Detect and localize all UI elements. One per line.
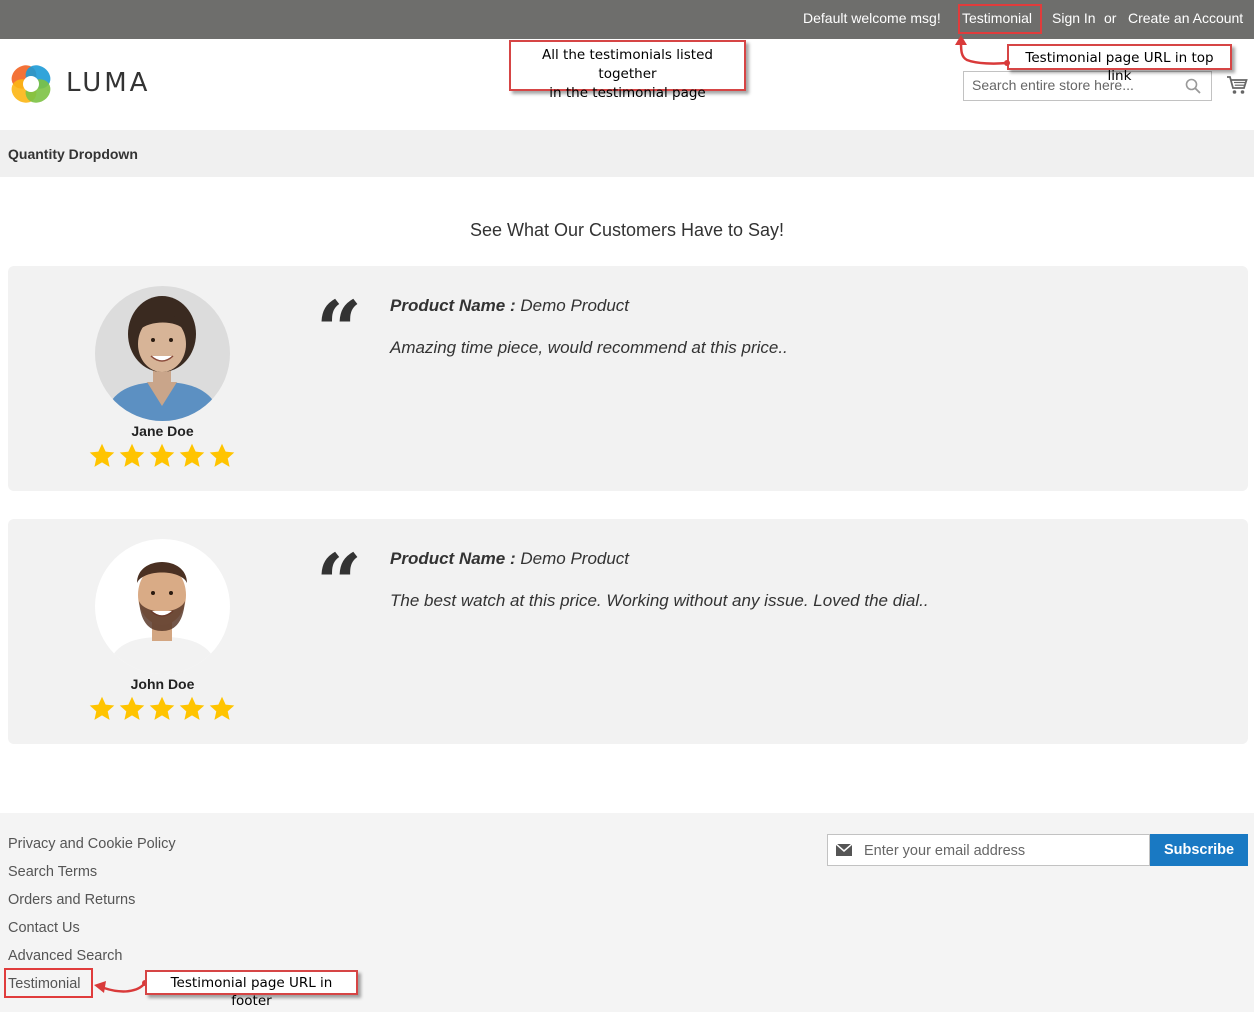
top-link-callout: Testimonial page URL in top link bbox=[1007, 44, 1232, 84]
star-icon bbox=[179, 443, 205, 467]
quote-icon: “ bbox=[316, 290, 363, 350]
product-name-label: Product Name : bbox=[390, 296, 516, 315]
star-icon bbox=[149, 696, 175, 720]
callout-line-2: in the testimonial page bbox=[549, 85, 706, 101]
product-name: Demo Product bbox=[520, 296, 630, 315]
customer-name: John Doe bbox=[130, 676, 195, 692]
footer-link-contact[interactable]: Contact Us bbox=[8, 920, 80, 936]
product-name-line: Product Name : Demo Product bbox=[390, 549, 629, 569]
newsletter-box[interactable] bbox=[827, 834, 1150, 866]
rating-stars bbox=[88, 442, 238, 470]
product-name-label: Product Name : bbox=[390, 549, 516, 568]
welcome-message: Default welcome msg! bbox=[803, 10, 941, 26]
newsletter-email-input[interactable] bbox=[862, 837, 1146, 865]
callout-line-1: All the testimonials listed together bbox=[542, 47, 713, 82]
footer-callout: Testimonial page URL in footer bbox=[145, 970, 358, 1009]
star-icon bbox=[209, 696, 235, 720]
top-link-arrow-icon bbox=[955, 35, 1010, 66]
star-icon bbox=[119, 443, 145, 467]
star-icon bbox=[89, 443, 115, 467]
cart-icon[interactable] bbox=[1226, 74, 1248, 96]
subscribe-button[interactable]: Subscribe bbox=[1150, 834, 1248, 866]
top-link-highlight-box bbox=[958, 4, 1042, 34]
sign-in-link[interactable]: Sign In bbox=[1052, 10, 1096, 26]
rating-stars bbox=[88, 695, 238, 723]
star-icon bbox=[179, 696, 205, 720]
luma-logo-text[interactable]: LUMA bbox=[66, 68, 150, 98]
review-text: The best watch at this price. Working wi… bbox=[390, 591, 929, 610]
footer-link-highlight-box bbox=[4, 968, 93, 998]
product-name-line: Product Name : Demo Product bbox=[390, 296, 629, 316]
quote-icon: “ bbox=[316, 543, 363, 603]
testimonial-card: John Doe “ Product Name : Demo Product T… bbox=[8, 519, 1248, 744]
testimonial-page-callout: All the testimonials listed together in … bbox=[509, 40, 746, 101]
footer-link-search-terms[interactable]: Search Terms bbox=[8, 864, 97, 880]
breadcrumb-bar: Quantity Dropdown bbox=[0, 130, 1254, 177]
search-input[interactable] bbox=[964, 72, 1190, 98]
star-icon bbox=[149, 443, 175, 467]
search-box[interactable] bbox=[963, 71, 1212, 101]
star-icon bbox=[209, 443, 235, 467]
page-title: See What Our Customers Have to Say! bbox=[469, 220, 785, 240]
breadcrumb: Quantity Dropdown bbox=[8, 146, 138, 162]
review-text: Amazing time piece, would recommend at t… bbox=[390, 338, 788, 357]
search-icon[interactable] bbox=[1185, 78, 1201, 94]
product-name: Demo Product bbox=[520, 549, 630, 568]
star-icon bbox=[89, 696, 115, 720]
footer-link-advanced-search[interactable]: Advanced Search bbox=[8, 948, 122, 964]
footer-arrow-icon bbox=[94, 980, 148, 993]
or-separator: or bbox=[1104, 10, 1117, 26]
luma-logo-icon[interactable] bbox=[8, 61, 54, 107]
star-icon bbox=[119, 696, 145, 720]
create-account-link[interactable]: Create an Account bbox=[1128, 10, 1243, 26]
top-bar: Default welcome msg! Testimonial Sign In… bbox=[0, 0, 1254, 39]
customer-avatar bbox=[95, 286, 230, 421]
footer-link-privacy[interactable]: Privacy and Cookie Policy bbox=[8, 836, 176, 852]
footer-link-orders-returns[interactable]: Orders and Returns bbox=[8, 892, 135, 908]
customer-avatar bbox=[95, 539, 230, 674]
mail-icon bbox=[836, 844, 852, 856]
testimonial-card: Jane Doe “ Product Name : Demo Product A… bbox=[8, 266, 1248, 491]
customer-name: Jane Doe bbox=[131, 423, 194, 439]
